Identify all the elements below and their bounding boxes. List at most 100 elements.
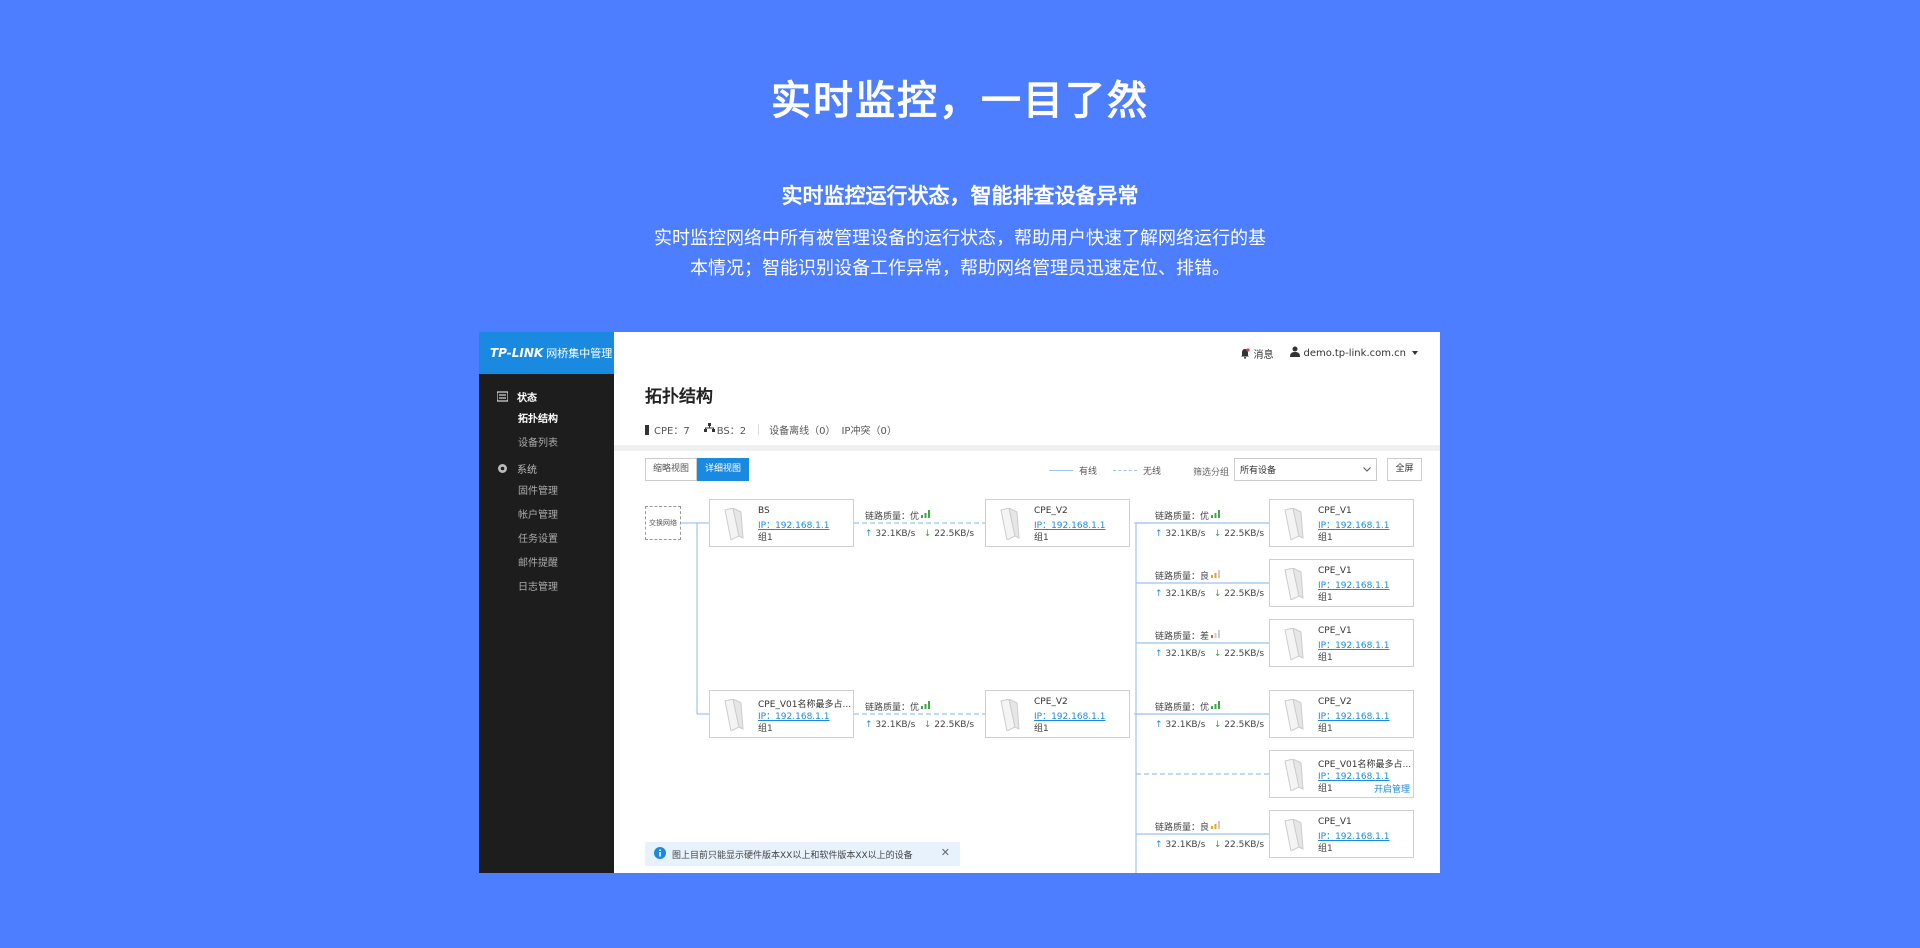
device-group: 组1	[1034, 533, 1049, 543]
link-speed: ↑ 32.1KB/s ↓ 22.5KB/s	[1155, 840, 1264, 850]
device-group: 组1	[1034, 724, 1049, 734]
device-group: 组1	[1318, 784, 1333, 794]
cpe-device-icon	[1281, 758, 1305, 792]
link-info: 链路质量：优 ↑ 32.1KB/s ↓ 22.5KB/s	[1155, 700, 1264, 730]
close-icon[interactable]: ✕	[941, 846, 950, 859]
upload-speed: 32.1KB/s	[1165, 649, 1206, 659]
cpe-device-icon	[721, 698, 745, 732]
sidebar-group-label: 系统	[517, 464, 537, 476]
cpe-device-icon	[1281, 507, 1305, 541]
upload-speed: 32.1KB/s	[1165, 720, 1206, 730]
cpe-device-icon	[721, 507, 745, 541]
device-name: CPE_V1	[1318, 817, 1352, 827]
link-info: 链路质量：优 ↑ 32.1KB/s ↓ 22.5KB/s	[1155, 509, 1264, 539]
device-card[interactable]: CPE_V1 IP：192.168.1.1 组1	[1269, 499, 1414, 547]
sidebar-item-firmware[interactable]: 固件管理	[479, 480, 614, 504]
signal-good-icon	[921, 510, 931, 521]
device-card[interactable]: CPE_V2 IP：192.168.1.1 组1	[985, 690, 1130, 738]
device-group: 组1	[1318, 653, 1333, 663]
cpe-device-icon	[997, 507, 1021, 541]
device-card[interactable]: CPE_V2 IP：192.168.1.1 组1	[1269, 690, 1414, 738]
link-quality-label: 链路质量：良	[1155, 823, 1210, 833]
switch-network-node[interactable]: 交换网络	[645, 506, 681, 540]
link-speed: ↑ 32.1KB/s ↓ 22.5KB/s	[1155, 589, 1264, 599]
hero-description-line: 本情况；智能识别设备工作异常，帮助网络管理员迅速定位、排错。	[690, 258, 1230, 279]
link-quality: 链路质量：良	[1155, 820, 1264, 833]
sidebar-item-topology[interactable]: 拓扑结构	[479, 408, 614, 432]
device-name: CPE_V1	[1318, 566, 1352, 576]
hero-description-line: 实时监控网络中所有被管理设备的运行状态，帮助用户快速了解网络运行的基	[654, 228, 1266, 249]
device-name: CPE_V2	[1318, 697, 1352, 707]
upload-speed: 32.1KB/s	[875, 529, 916, 539]
cpe-device-icon	[1281, 627, 1305, 661]
device-card[interactable]: CPE_V1 IP：192.168.1.1 组1	[1269, 810, 1414, 858]
sidebar-group-system[interactable]: 系统	[479, 456, 614, 480]
link-quality: 链路质量：优	[1155, 509, 1264, 522]
enable-management-link[interactable]: 开启管理	[1374, 782, 1410, 795]
signal-poor-icon	[1211, 630, 1221, 641]
brand-name: 网桥集中管理	[546, 347, 613, 360]
download-arrow-icon: ↓	[1213, 529, 1222, 539]
download-speed: 22.5KB/s	[1224, 589, 1265, 599]
link-speed: ↑ 32.1KB/s ↓ 22.5KB/s	[1155, 529, 1264, 539]
hero-description: 实时监控网络中所有被管理设备的运行状态，帮助用户快速了解网络运行的基 本情况；智…	[620, 224, 1300, 284]
sidebar-group-label: 状态	[517, 392, 537, 404]
main-panel: 消息 demo.tp-link.com.cn 拓扑结构 CPE：7 BS：2 设…	[614, 332, 1440, 873]
info-icon	[654, 846, 666, 862]
link-quality: 链路质量：良	[1155, 569, 1264, 582]
cpe-device-icon	[1281, 567, 1305, 601]
link-speed: ↑ 32.1KB/s ↓ 22.5KB/s	[1155, 649, 1264, 659]
link-speed: ↑ 32.1KB/s ↓ 22.5KB/s	[865, 720, 974, 730]
notice-banner: 图上目前只能显示硬件版本XX以上和软件版本XX以上的设备 ✕	[645, 842, 960, 866]
hero-subtitle: 实时监控运行状态，智能排查设备异常	[781, 184, 1139, 208]
device-group: 组1	[758, 724, 773, 734]
link-quality-label: 链路质量：良	[1155, 572, 1210, 582]
upload-speed: 32.1KB/s	[1165, 840, 1206, 850]
link-info: 链路质量：良 ↑ 32.1KB/s ↓ 22.5KB/s	[1155, 820, 1264, 850]
brand-bar: TP-LINK 网桥集中管理	[479, 332, 614, 374]
download-arrow-icon: ↓	[923, 529, 932, 539]
signal-fair-icon	[1211, 821, 1221, 832]
download-arrow-icon: ↓	[1213, 840, 1222, 850]
link-info: 链路质量：良 ↑ 32.1KB/s ↓ 22.5KB/s	[1155, 569, 1264, 599]
notice-text: 图上目前只能显示硬件版本XX以上和软件版本XX以上的设备	[672, 850, 913, 861]
sidebar: TP-LINK 网桥集中管理 状态 拓扑结构 设备列表 系统 固件管理 帐户管理…	[479, 332, 614, 873]
signal-good-icon	[921, 701, 931, 712]
hero-title: 实时监控，一目了然	[771, 78, 1149, 124]
upload-speed: 32.1KB/s	[1165, 589, 1206, 599]
device-group: 组1	[1318, 533, 1333, 543]
sidebar-item-logs[interactable]: 日志管理	[479, 576, 614, 600]
device-card[interactable]: CPE_V1 IP：192.168.1.1 组1	[1269, 619, 1414, 667]
device-card[interactable]: CPE_V01名称最多占... IP：192.168.1.1 组1	[709, 690, 854, 738]
sidebar-item-accounts[interactable]: 帐户管理	[479, 504, 614, 528]
download-speed: 22.5KB/s	[1224, 529, 1265, 539]
sidebar-item-tasks[interactable]: 任务设置	[479, 528, 614, 552]
device-card[interactable]: BS IP：192.168.1.1 组1	[709, 499, 854, 547]
cpe-device-icon	[1281, 698, 1305, 732]
upload-speed: 32.1KB/s	[875, 720, 916, 730]
link-quality: 链路质量：优	[1155, 700, 1264, 713]
download-speed: 22.5KB/s	[934, 720, 975, 730]
device-card[interactable]: CPE_V01名称最多占... IP：192.168.1.1 组1 开启管理	[1269, 750, 1414, 798]
device-name: CPE_V1	[1318, 626, 1352, 636]
device-card[interactable]: CPE_V2 IP：192.168.1.1 组1	[985, 499, 1130, 547]
upload-arrow-icon: ↑	[865, 529, 873, 539]
link-quality: 链路质量：优	[865, 700, 974, 713]
upload-arrow-icon: ↑	[865, 720, 873, 730]
link-quality-label: 链路质量：优	[1155, 703, 1210, 713]
signal-good-icon	[1211, 510, 1221, 521]
cpe-device-icon	[1281, 818, 1305, 852]
gear-icon	[497, 463, 508, 474]
download-speed: 22.5KB/s	[1224, 840, 1265, 850]
sidebar-group-status[interactable]: 状态	[479, 384, 614, 408]
signal-good-icon	[1211, 701, 1221, 712]
link-quality-label: 链路质量：差	[1155, 632, 1210, 642]
upload-arrow-icon: ↑	[1155, 529, 1163, 539]
device-name: BS	[758, 506, 770, 516]
sidebar-item-device-list[interactable]: 设备列表	[479, 432, 614, 456]
upload-arrow-icon: ↑	[1155, 720, 1163, 730]
device-name: CPE_V1	[1318, 506, 1352, 516]
sidebar-item-email[interactable]: 邮件提醒	[479, 552, 614, 576]
device-card[interactable]: CPE_V1 IP：192.168.1.1 组1	[1269, 559, 1414, 607]
upload-arrow-icon: ↑	[1155, 840, 1163, 850]
